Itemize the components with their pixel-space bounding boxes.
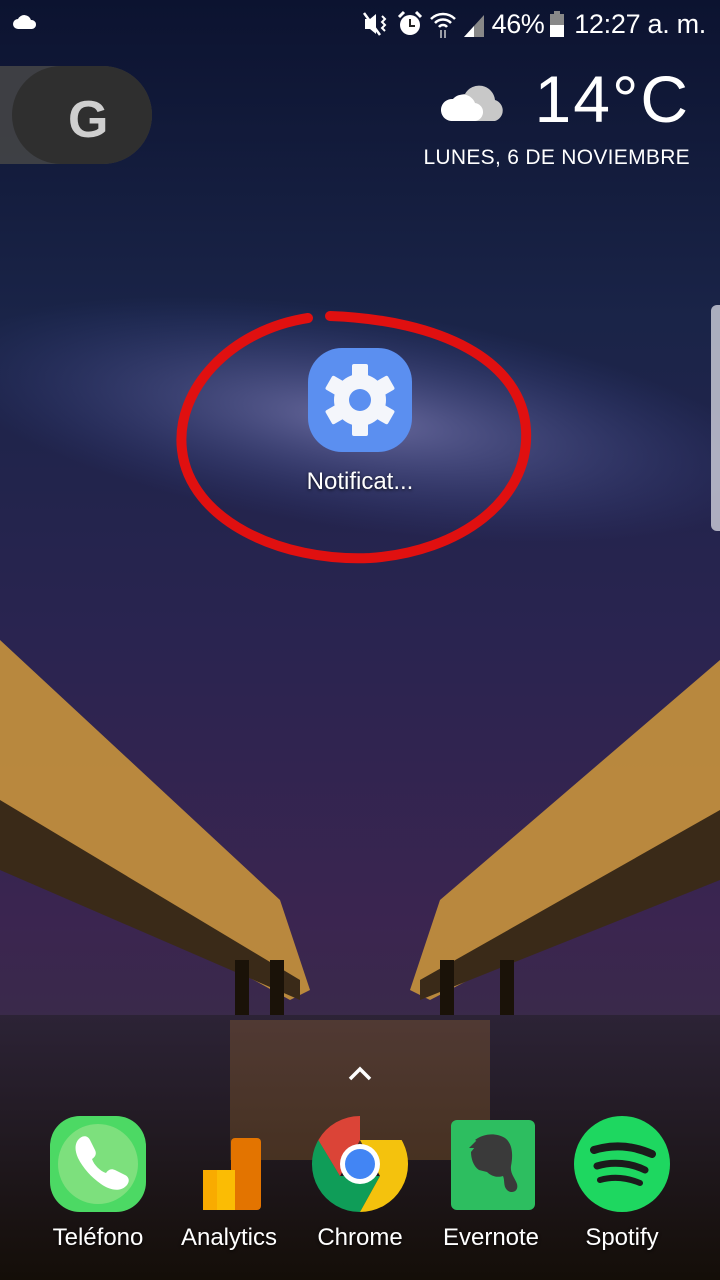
google-search-button[interactable]: G [12,66,152,164]
cloudy-icon [440,85,503,122]
clock: 12:27 a. m. [574,8,706,39]
dock-app-spotify[interactable]: Spotify [557,1114,687,1252]
weather-date: LUNES, 6 DE NOVIEMBRE [423,146,690,169]
app-label: Evernote [442,1224,540,1251]
chrome-icon [310,1114,410,1214]
wallpaper [0,0,720,1280]
app-label: Spotify [585,1224,659,1251]
google-search-widget[interactable]: G [0,66,152,164]
app-notifications[interactable]: Notificat... [280,348,440,496]
app-drawer-chevron-up-icon[interactable] [348,1065,372,1081]
app-label: Analytics [180,1224,278,1251]
dock-app-telefono[interactable]: Teléfono [33,1114,163,1252]
app-label: Chrome [317,1224,403,1251]
google-logo-icon: G [68,91,109,149]
alarm-icon [397,10,422,35]
cell-signal-icon [463,15,484,37]
evernote-icon [441,1114,541,1214]
dock: Teléfono Analytics Chrome Evernote Spoti… [0,1114,720,1264]
spotify-icon [572,1114,672,1214]
status-bar: 46% 12:27 a. m. [0,0,720,48]
cloud-icon [13,15,37,29]
settings-gear-icon [308,348,412,452]
dock-app-evernote[interactable]: Evernote [426,1114,556,1252]
weather-temperature: 14°C [534,62,690,136]
analytics-icon [179,1114,279,1214]
edge-panel-handle[interactable] [711,305,720,531]
dock-app-chrome[interactable]: Chrome [295,1114,425,1252]
battery-percent: 46% [491,8,545,39]
wifi-icon [429,12,456,38]
phone-icon [48,1114,148,1214]
weather-widget[interactable]: 14°C LUNES, 6 DE NOVIEMBRE [423,62,690,170]
dock-app-analytics[interactable]: Analytics [164,1114,294,1252]
battery-icon [550,11,565,37]
mute-vibrate-icon [362,12,387,36]
app-label: Notificat... [306,468,414,495]
app-label: Teléfono [52,1224,144,1251]
